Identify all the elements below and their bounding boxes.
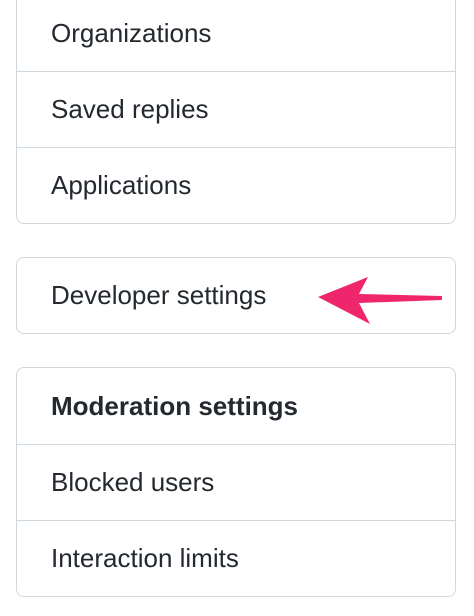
menu-item-label: Organizations: [51, 17, 212, 48]
section-header-moderation: Moderation settings: [17, 368, 455, 444]
menu-item-organizations[interactable]: Organizations: [17, 0, 455, 71]
menu-item-label: Applications: [51, 170, 192, 200]
settings-menu-group-account: Organizations Saved replies Applications: [16, 0, 456, 224]
section-header-label: Moderation settings: [51, 390, 299, 421]
menu-item-saved-replies[interactable]: Saved replies: [17, 71, 455, 147]
pointer-arrow-icon: [318, 277, 442, 324]
menu-item-label: Developer settings: [51, 280, 267, 310]
menu-item-applications[interactable]: Applications: [17, 147, 455, 223]
menu-item-blocked-users[interactable]: Blocked users: [17, 444, 455, 520]
menu-item-label: Saved replies: [51, 94, 209, 124]
menu-item-label: Blocked users: [51, 467, 215, 497]
arrow-shape: [318, 277, 442, 324]
settings-menu-group-moderation: Moderation settings Blocked users Intera…: [16, 367, 456, 597]
menu-item-label: Interaction limits: [51, 543, 239, 573]
menu-item-interaction-limits[interactable]: Interaction limits: [17, 520, 455, 596]
